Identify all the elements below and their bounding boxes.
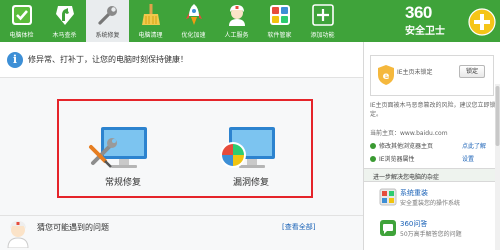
tip-text: 修异常、打补丁，让您的电脑时刻保持健康！	[28, 55, 188, 64]
tab-computer-check[interactable]: 电脑体检	[0, 0, 43, 42]
regular-fix-label: 常规修复	[104, 178, 141, 188]
doctor-avatar-icon	[7, 221, 29, 248]
vulnerability-fix-label: 漏洞修复	[232, 178, 269, 188]
homepage-lock-card: e IE主页未锁定 锁定	[370, 55, 494, 96]
tab-label: 木马查杀	[52, 32, 77, 39]
tab-manual-service[interactable]: 人工服务	[215, 0, 258, 42]
doctor-icon	[228, 5, 245, 26]
tab-speedup[interactable]: 优化加速	[172, 0, 215, 42]
reinstall-icon	[379, 188, 397, 206]
option-text: IE浏览器属性	[379, 156, 415, 163]
rocket-icon	[185, 4, 202, 25]
wrench-icon	[97, 6, 117, 25]
tool-360-qa[interactable]: 360问答 50万高手解答您的问题	[364, 214, 500, 244]
view-all-link[interactable]: [查看全部]	[282, 222, 315, 232]
learn-more-link[interactable]: 点此了解	[462, 141, 486, 150]
option-other-browsers: 修改其他浏览器主页 点此了解	[370, 141, 496, 151]
bullet-icon	[370, 143, 376, 149]
tool-desc: 安全重装您的操作系统	[400, 200, 461, 207]
more-solutions-title: 进一步解决您电脑的杂症	[373, 174, 440, 181]
monitor-windows-icon	[220, 127, 275, 168]
info-icon: i	[7, 52, 23, 68]
tab-software-manager[interactable]: 软件管家	[258, 0, 301, 42]
monitor-wrench-icon	[89, 127, 147, 168]
main-panel: 常规修复 漏洞修复 猜您可能遇到的问题 [查看全部]	[0, 78, 363, 250]
tab-label: 系统修复	[95, 32, 120, 39]
tool-name: 系统重装	[400, 189, 428, 197]
svg-text:e: e	[383, 71, 390, 82]
tip-bar: i 修异常、打补丁，让您的电脑时刻保持健康！	[0, 42, 363, 78]
option-text: 修改其他浏览器主页	[379, 143, 434, 150]
horse-icon	[55, 6, 74, 25]
tab-label: 人工服务	[224, 32, 249, 39]
main-tabs: 电脑体检 木马查杀 系统修复 电脑清理 优化加速 人工服务 软件管家 添加功能	[0, 0, 344, 42]
tab-label: 软件管家	[267, 32, 292, 39]
tab-add-feature[interactable]: 添加功能	[301, 0, 344, 42]
top-header: 电脑体检 木马查杀 系统修复 电脑清理 优化加速 人工服务 软件管家 添加功能 …	[0, 0, 500, 42]
tab-label: 电脑体检	[9, 32, 34, 39]
homepage-description: IE主页面被木马恶意篡改的风险，建议您立即锁定。	[370, 102, 496, 118]
regular-fix-button[interactable]: 常规修复	[81, 121, 165, 191]
tool-desc: 50万高手解答您的问题	[400, 231, 462, 238]
tab-label: 添加功能	[310, 32, 335, 39]
qa-icon	[380, 220, 396, 236]
plus-icon	[311, 4, 334, 26]
tab-label: 电脑清理	[138, 32, 163, 39]
right-sidebar: e IE主页未锁定 锁定 IE主页面被木马恶意篡改的风险，建议您立即锁定。 当前…	[363, 42, 500, 250]
option-ie-properties: IE浏览器属性 设置	[370, 154, 496, 164]
brand-logo: 360 安全卫士	[400, 3, 500, 40]
brand-line1: 360	[405, 3, 432, 22]
shield-logo-icon	[468, 8, 496, 36]
fix-options-box: 常规修复 漏洞修复	[57, 99, 313, 198]
more-solutions-header: 进一步解决您电脑的杂症	[364, 168, 500, 182]
apps-icon	[269, 5, 290, 25]
tool-name: 360问答	[400, 220, 428, 228]
homepage-status: IE主页未锁定	[397, 69, 433, 76]
tab-system-repair[interactable]: 系统修复	[86, 0, 129, 42]
ie-shield-icon: e	[378, 65, 394, 85]
problem-section: 猜您可能遇到的问题 [查看全部]	[0, 215, 363, 250]
tab-cleanup[interactable]: 电脑清理	[129, 0, 172, 42]
sidebar-scrollbar[interactable]	[495, 84, 500, 250]
brand-line2: 安全卫士	[405, 26, 445, 37]
computer-check-icon	[11, 5, 32, 25]
lock-homepage-button[interactable]: 锁定	[459, 65, 485, 78]
tab-label: 优化加速	[181, 32, 206, 39]
tool-system-reinstall[interactable]: 系统重装 安全重装您的操作系统	[364, 183, 500, 213]
broom-icon	[141, 4, 160, 25]
problem-title: 猜您可能遇到的问题	[37, 223, 109, 232]
bullet-icon	[370, 156, 376, 162]
settings-link[interactable]: 设置	[462, 154, 474, 163]
tab-trojan-scan[interactable]: 木马查杀	[43, 0, 86, 42]
vulnerability-fix-button[interactable]: 漏洞修复	[209, 121, 293, 191]
current-homepage: 当前主页：www.baidu.com	[370, 130, 448, 137]
